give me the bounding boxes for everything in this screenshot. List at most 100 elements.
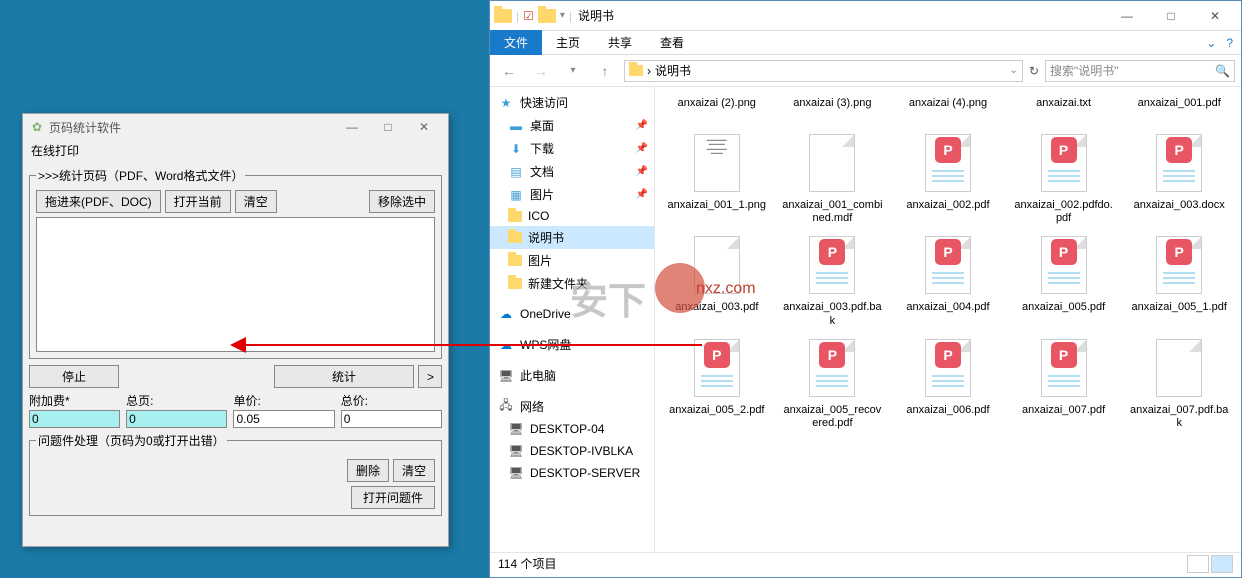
pin-icon: 📌: [636, 189, 648, 200]
addr-dropdown-icon[interactable]: ⌄: [1010, 65, 1018, 76]
drag-button[interactable]: 拖进来(PDF、DOC): [36, 190, 161, 213]
nav-quick-access[interactable]: ★ 快速访问: [490, 91, 654, 114]
file-label: anxaizai_004.pdf: [906, 301, 989, 327]
file-item[interactable]: Panxaizai_003.docx: [1125, 125, 1233, 227]
nav-manual[interactable]: 说明书: [490, 226, 654, 249]
clear2-button[interactable]: 清空: [393, 459, 435, 482]
file-item[interactable]: Panxaizai_005_1.pdf: [1125, 227, 1233, 329]
nav-pictures[interactable]: ▦ 图片 📌: [490, 183, 654, 206]
address-box[interactable]: › 说明书 ⌄: [624, 60, 1023, 82]
file-item[interactable]: anxaizai_001.pdf: [1125, 95, 1233, 125]
nav-forward-button[interactable]: →: [528, 63, 554, 79]
pin-icon: 📌: [636, 120, 648, 131]
close-button[interactable]: ✕: [1193, 2, 1237, 30]
stat-button[interactable]: 统计: [274, 365, 414, 388]
file-item[interactable]: Panxaizai_005_recovered.pdf: [779, 330, 887, 432]
qat-dropdown-icon[interactable]: ▾: [560, 10, 565, 21]
pin-icon: 📌: [636, 143, 648, 154]
total-price-input[interactable]: [341, 410, 442, 428]
file-label: anxaizai (2).png: [678, 97, 756, 123]
pc-icon: 🖥: [508, 443, 524, 459]
nav-desktop[interactable]: ▬ 桌面 📌: [490, 114, 654, 137]
file-label: anxaizai_007.pdf.bak: [1127, 404, 1231, 430]
ribbon-home-tab[interactable]: 主页: [542, 30, 594, 55]
explorer-titlebar[interactable]: | ☑ ▾ | 说明书 — □ ✕: [490, 1, 1241, 31]
file-label: anxaizai (3).png: [793, 97, 871, 123]
stat-fieldset: >>>统计页码（PDF、Word格式文件） 拖进来(PDF、DOC) 打开当前 …: [29, 167, 442, 359]
file-item[interactable]: Panxaizai_004.pdf: [894, 227, 1002, 329]
file-grid: anxaizai (2).pnganxaizai (3).pnganxaizai…: [655, 87, 1241, 552]
maximize-button[interactable]: □: [1149, 2, 1193, 30]
addr-sep: ›: [647, 64, 651, 78]
nav-pc3[interactable]: 🖥 DESKTOP-SERVER: [490, 462, 654, 484]
address-bar-row: ← → ▾ ↑ › 说明书 ⌄ ↻ 搜索"说明书" 🔍: [490, 55, 1241, 87]
clear-button[interactable]: 清空: [235, 190, 277, 213]
file-label: anxaizai_005.pdf: [1022, 301, 1105, 327]
nav-pane: ★ 快速访问 ▬ 桌面 📌 ⬇ 下载 📌 ▤ 文档 📌 ▦ 图片 📌: [490, 87, 655, 552]
nav-up-button[interactable]: ↑: [592, 63, 618, 79]
file-item[interactable]: ▬▬▬▬▬▬▬▬▬▬▬▬▬▬▬▬▬anxaizai_001_1.png: [663, 125, 771, 227]
file-label: anxaizai_002.pdf: [906, 199, 989, 225]
file-item[interactable]: Panxaizai_002.pdf: [894, 125, 1002, 227]
qat-save-icon[interactable]: ☑: [523, 9, 534, 23]
minimize-button[interactable]: —: [334, 120, 370, 134]
problem-legend: 问题件处理（页码为0或打开出错）: [36, 432, 227, 449]
ribbon: 文件 主页 共享 查看 ⌄ ?: [490, 31, 1241, 55]
nav-pc2[interactable]: 🖥 DESKTOP-IVBLKA: [490, 440, 654, 462]
nav-onedrive[interactable]: ☁ OneDrive: [490, 303, 654, 325]
nav-pc1[interactable]: 🖥 DESKTOP-04: [490, 418, 654, 440]
file-item[interactable]: Panxaizai_002.pdfdo.pdf: [1010, 125, 1118, 227]
ribbon-file-tab[interactable]: 文件: [490, 30, 542, 55]
view-icons-button[interactable]: [1211, 555, 1233, 573]
file-item[interactable]: anxaizai (3).png: [779, 95, 887, 125]
file-item[interactable]: Panxaizai_007.pdf: [1010, 330, 1118, 432]
file-item[interactable]: anxaizai_003.pdf: [663, 227, 771, 329]
help-icon[interactable]: ?: [1226, 36, 1241, 50]
nav-thispc[interactable]: 🖥 此电脑: [490, 364, 654, 387]
download-icon: ⬇: [508, 141, 524, 157]
ribbon-expand-icon[interactable]: ⌄: [1206, 36, 1226, 50]
file-list[interactable]: [36, 217, 435, 352]
file-label: anxaizai_006.pdf: [906, 404, 989, 430]
more-button[interactable]: >: [418, 365, 442, 388]
file-item[interactable]: Panxaizai_006.pdf: [894, 330, 1002, 432]
file-item[interactable]: anxaizai_001_combined.mdf: [779, 125, 887, 227]
remove-selected-button[interactable]: 移除选中: [369, 190, 435, 213]
open-problem-button[interactable]: 打开问题件: [351, 486, 435, 509]
nav-back-button[interactable]: ←: [496, 63, 522, 79]
unit-price-input[interactable]: [233, 410, 334, 428]
nav-pictures2[interactable]: 图片: [490, 249, 654, 272]
stop-button[interactable]: 停止: [29, 365, 119, 388]
nav-downloads[interactable]: ⬇ 下载 📌: [490, 137, 654, 160]
ribbon-share-tab[interactable]: 共享: [594, 30, 646, 55]
nav-documents[interactable]: ▤ 文档 📌: [490, 160, 654, 183]
file-item[interactable]: Panxaizai_005.pdf: [1010, 227, 1118, 329]
close-button[interactable]: ✕: [406, 120, 442, 134]
nav-recent-button[interactable]: ▾: [560, 65, 586, 76]
file-item[interactable]: anxaizai (2).png: [663, 95, 771, 125]
file-item[interactable]: Panxaizai_003.pdf.bak: [779, 227, 887, 329]
ribbon-view-tab[interactable]: 查看: [646, 30, 698, 55]
file-label: anxaizai_001.pdf: [1138, 97, 1221, 123]
total-pages-input[interactable]: [126, 410, 227, 428]
view-details-button[interactable]: [1187, 555, 1209, 573]
nav-network[interactable]: 🖧 网络: [490, 395, 654, 418]
file-item[interactable]: anxaizai.txt: [1010, 95, 1118, 125]
fee-input[interactable]: [29, 410, 120, 428]
refresh-button[interactable]: ↻: [1029, 64, 1039, 78]
app-titlebar[interactable]: ✿ 页码统计软件 — □ ✕: [23, 114, 448, 140]
problem-fieldset: 问题件处理（页码为0或打开出错） 删除 清空 打开问题件: [29, 432, 442, 516]
nav-newfolder[interactable]: 新建文件夹: [490, 272, 654, 295]
file-item[interactable]: anxaizai_007.pdf.bak: [1125, 330, 1233, 432]
pin-icon: 📌: [636, 166, 648, 177]
open-current-button[interactable]: 打开当前: [165, 190, 231, 213]
file-item[interactable]: anxaizai (4).png: [894, 95, 1002, 125]
delete-button[interactable]: 删除: [347, 459, 389, 482]
nav-ico[interactable]: ICO: [490, 206, 654, 226]
maximize-button[interactable]: □: [370, 120, 406, 134]
file-label: anxaizai.txt: [1036, 97, 1091, 123]
network-icon: 🖧: [498, 399, 514, 415]
folder-icon: [508, 211, 522, 222]
search-box[interactable]: 搜索"说明书" 🔍: [1045, 60, 1235, 82]
minimize-button[interactable]: —: [1105, 2, 1149, 30]
